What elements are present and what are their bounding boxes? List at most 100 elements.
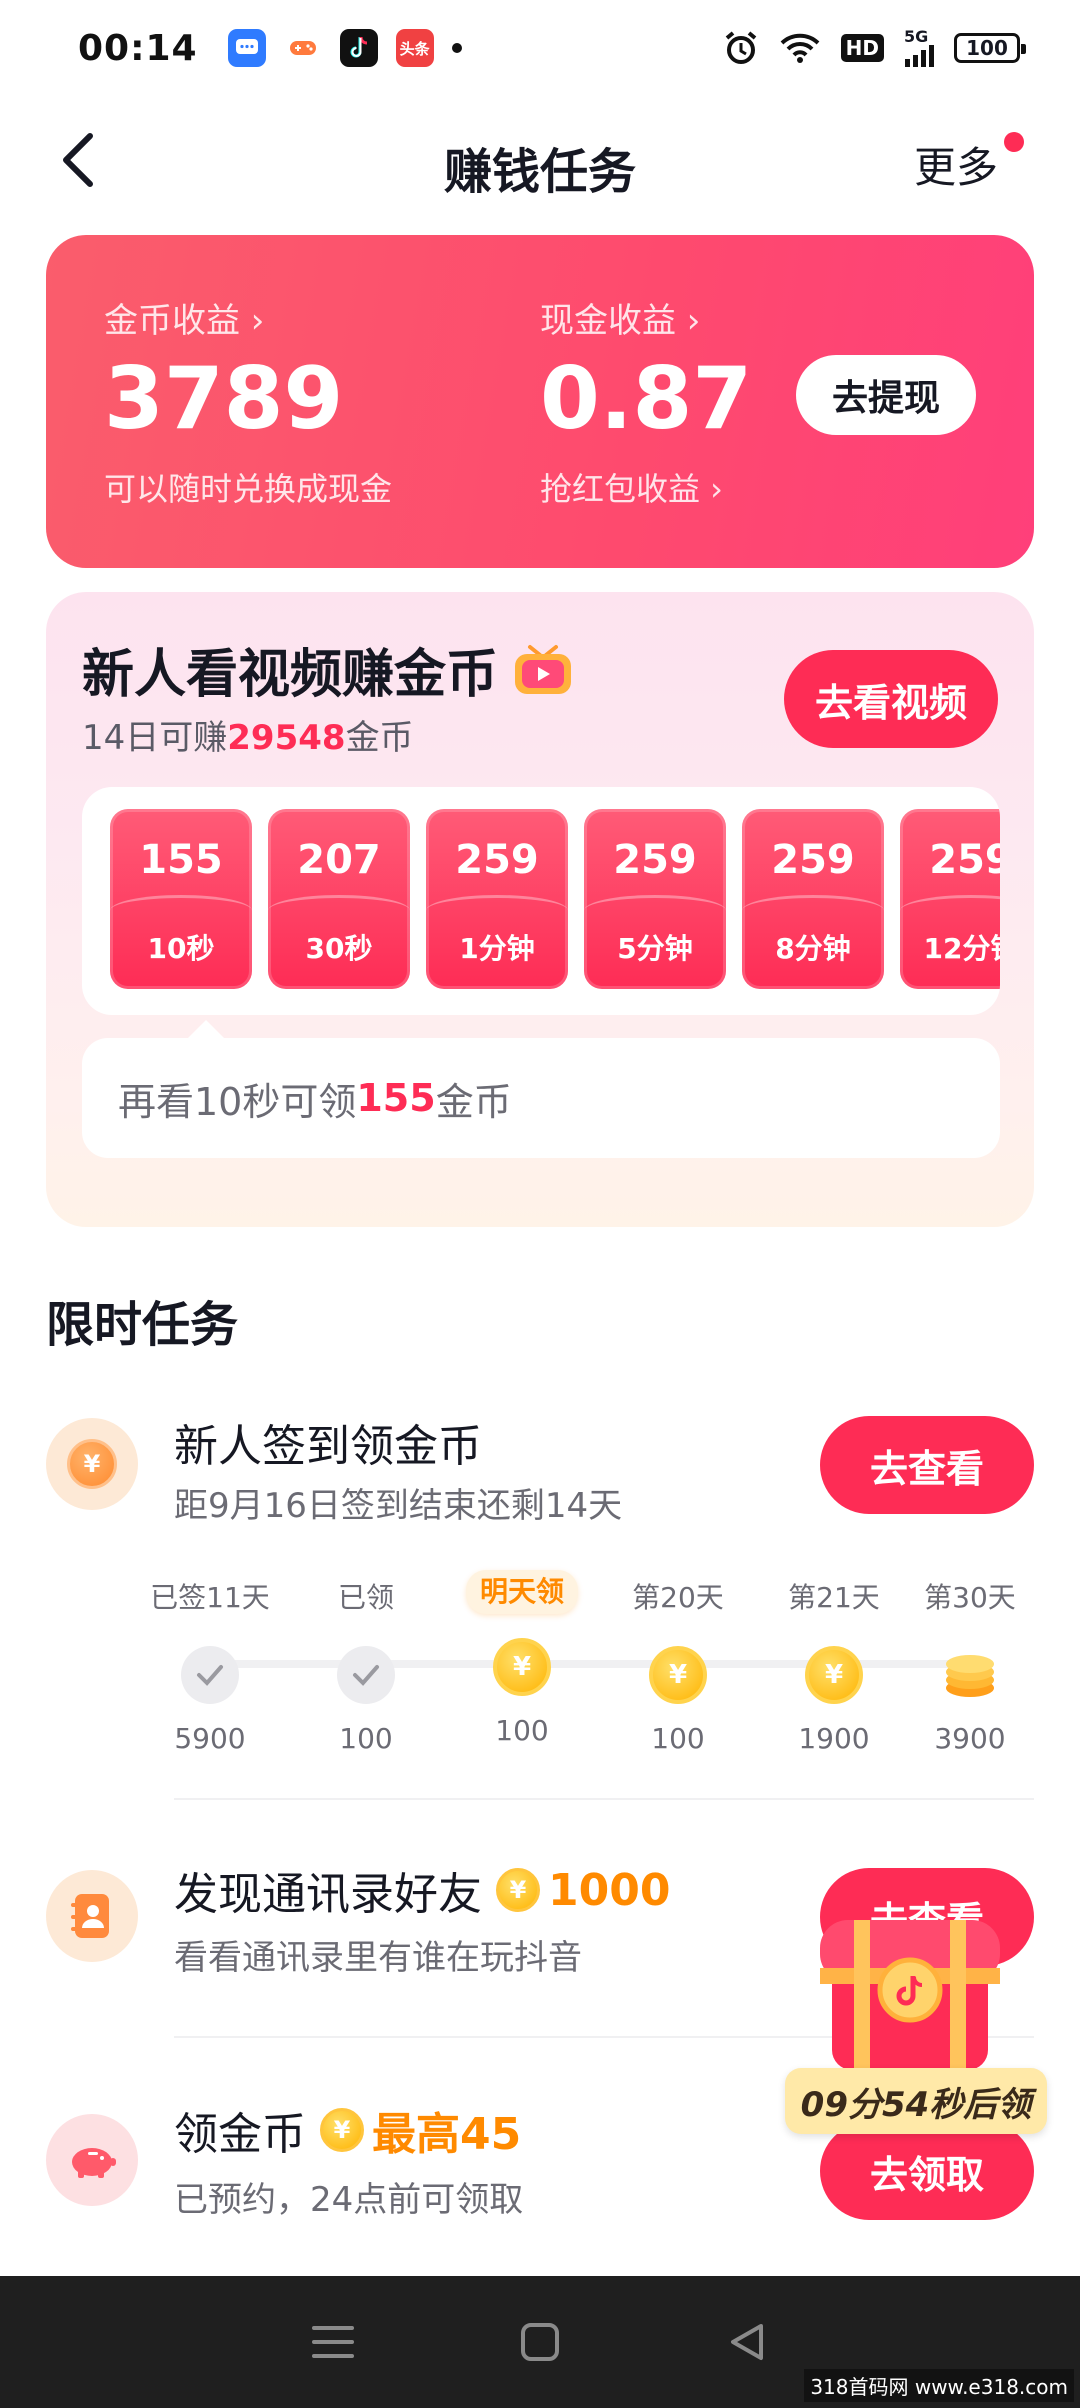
video-task-title: 新人看视频赚金币 <box>82 645 499 705</box>
checkin-day-value: 100 <box>495 1714 549 1747</box>
reward-tile: 259 8分钟 <box>742 809 884 989</box>
page-header: 赚钱任务 更多 <box>0 110 1080 210</box>
coin-icon: ¥ <box>649 1646 707 1704</box>
reward-coins: 207 <box>297 837 381 883</box>
checkin-day-value: 5900 <box>174 1722 246 1755</box>
reward-tile: 259 5分钟 <box>584 809 726 989</box>
reward-track: 155 10秒 207 30秒 259 1分钟 259 5分钟 259 8分钟 … <box>110 809 1000 989</box>
video-task-sub-suffix: 金币 <box>345 718 414 758</box>
status-bar: 00:14 头条 HD 5G 100 <box>0 0 1080 96</box>
tv-icon <box>515 644 572 694</box>
coin-stack-icon <box>941 1646 999 1704</box>
toutiao-icon: 头条 <box>395 29 434 67</box>
checkin-view-button[interactable]: 去查看 <box>820 1416 1034 1514</box>
hint-pointer <box>188 1020 224 1038</box>
back-nav-button[interactable] <box>717 2312 777 2372</box>
more-notification-dot <box>1004 132 1024 152</box>
checkin-day-label: 已签11天 <box>150 1581 270 1614</box>
menu-icon <box>312 2326 355 2358</box>
checkin-day-value: 100 <box>651 1722 705 1755</box>
reward-time: 10秒 <box>147 932 215 965</box>
checkin-day-value: 100 <box>339 1722 393 1755</box>
reward-time: 1分钟 <box>459 932 535 965</box>
checkin-day-label: 已领 <box>337 1581 394 1614</box>
checkin-day-value: 1900 <box>798 1722 870 1755</box>
withdraw-button[interactable]: 去提现 <box>796 355 976 435</box>
checkin-day-label-tomorrow: 明天领 <box>465 1570 578 1614</box>
more-button[interactable]: 更多 <box>914 134 998 195</box>
alarm-icon <box>723 30 759 66</box>
watch-hint: 再看10秒可领 155 金币 <box>82 1038 1000 1158</box>
claim-coins-title-row: 领金币 ¥ 最高45 <box>174 2098 521 2162</box>
home-nav-button[interactable] <box>510 2312 570 2372</box>
contacts-book-icon <box>46 1870 138 1962</box>
video-task-subtitle: 14日可赚29548金币 <box>82 710 414 759</box>
menu-nav-button[interactable] <box>303 2312 363 2372</box>
hd-badge: HD <box>840 34 884 62</box>
reward-tile: 155 10秒 <box>110 809 252 989</box>
coin-earnings-sub: 可以随时兑换成现金 <box>104 470 393 508</box>
battery-indicator: 100 <box>954 33 1026 63</box>
contacts-task-title: 发现通讯录好友 <box>174 1869 482 1920</box>
watch-hint-amount: 155 <box>356 1076 436 1120</box>
checkin-day-value: 3900 <box>934 1722 1006 1755</box>
home-square-icon <box>520 2323 559 2361</box>
coin-earnings-label: 金币收益 › <box>104 301 265 341</box>
game-icon <box>283 29 322 67</box>
claim-coins-desc: 已预约，24点前可领取 <box>174 2180 524 2220</box>
reward-coins: 155 <box>139 837 223 883</box>
checkin-day: 第30天 3900 <box>910 1578 1030 1755</box>
checkin-progress: 已签11天 5900 已领 100 明天领 ¥ 100 第20天 ¥ 100 第… <box>150 1570 1030 1755</box>
coin-icon: ¥ <box>320 2108 364 2152</box>
notification-icons: 头条 <box>227 29 434 67</box>
reward-coins: 259 <box>929 837 1000 883</box>
reward-tile: 259 1分钟 <box>426 809 568 989</box>
video-task-total-coins: 29548 <box>227 718 346 758</box>
signal-5g-icon: 5G <box>904 29 934 67</box>
claim-coins-reward-badge: ¥ 最高45 <box>320 2098 521 2162</box>
contacts-reward-badge: ¥ 1000 <box>496 1865 670 1916</box>
checkin-coin-icon: ¥ <box>46 1418 138 1510</box>
claim-coins-title: 领金币 <box>174 2109 306 2160</box>
contacts-reward: 1000 <box>548 1864 671 1916</box>
reward-strip[interactable]: 155 10秒 207 30秒 259 1分钟 259 5分钟 259 8分钟 … <box>82 787 1000 1015</box>
checkin-task-title: 新人签到领金币 <box>174 1421 482 1472</box>
contacts-task-title-row: 发现通讯录好友 ¥ 1000 <box>174 1858 670 1922</box>
video-task-card: 新人看视频赚金币 14日可赚29548金币 去看视频 155 10秒 207 3… <box>46 592 1034 1227</box>
checkin-day: 第20天 ¥ 100 <box>618 1578 738 1755</box>
douyin-icon <box>339 29 378 67</box>
watermark: 318首码网 www.e318.com <box>804 2369 1074 2402</box>
reward-time: 5分钟 <box>617 932 693 965</box>
more-notifications-dot <box>451 43 462 53</box>
reward-tile: 207 30秒 <box>268 809 410 989</box>
check-icon <box>181 1646 239 1704</box>
wifi-icon <box>779 32 821 64</box>
back-triangle-icon <box>730 2324 763 2360</box>
check-icon <box>337 1646 395 1704</box>
coin-icon: ¥ <box>805 1646 863 1704</box>
video-task-title-row: 新人看视频赚金币 <box>82 632 574 707</box>
watch-video-button[interactable]: 去看视频 <box>784 650 998 748</box>
cash-earnings-sub[interactable]: 抢红包收益 › <box>540 464 752 510</box>
reward-time: 8分钟 <box>775 932 851 965</box>
cash-earnings-value: 0.87 <box>540 349 753 449</box>
checkin-day: 已签11天 5900 <box>150 1578 270 1755</box>
reward-coins: 259 <box>613 837 697 883</box>
reward-coins: 259 <box>771 837 855 883</box>
cash-earnings[interactable]: 现金收益 › 0.87 抢红包收益 › <box>540 293 752 510</box>
piggy-bank-icon <box>46 2114 138 2206</box>
checkin-task-desc: 距9月16日签到结束还剩14天 <box>174 1486 623 1526</box>
claim-coins-reward: 最高45 <box>372 2109 522 2160</box>
earnings-card: 金币收益 › 3789 可以随时兑换成现金 现金收益 › 0.87 抢红包收益 … <box>46 235 1034 568</box>
coin-earnings[interactable]: 金币收益 › 3789 可以随时兑换成现金 <box>104 293 392 510</box>
reward-coins: 259 <box>455 837 539 883</box>
reward-time: 30秒 <box>305 932 373 965</box>
checkin-day: 第21天 ¥ 1900 <box>774 1578 894 1755</box>
watch-hint-prefix: 再看10秒可领 <box>118 1079 357 1124</box>
status-time: 00:14 <box>78 27 198 69</box>
treasure-chest-icon <box>820 1920 1000 2094</box>
video-task-sub-prefix: 14日可赚 <box>82 718 228 758</box>
limited-tasks-title: 限时任务 <box>46 1297 239 1353</box>
checkin-day-label: 第21天 <box>788 1581 880 1614</box>
watch-hint-suffix: 金币 <box>435 1079 512 1124</box>
